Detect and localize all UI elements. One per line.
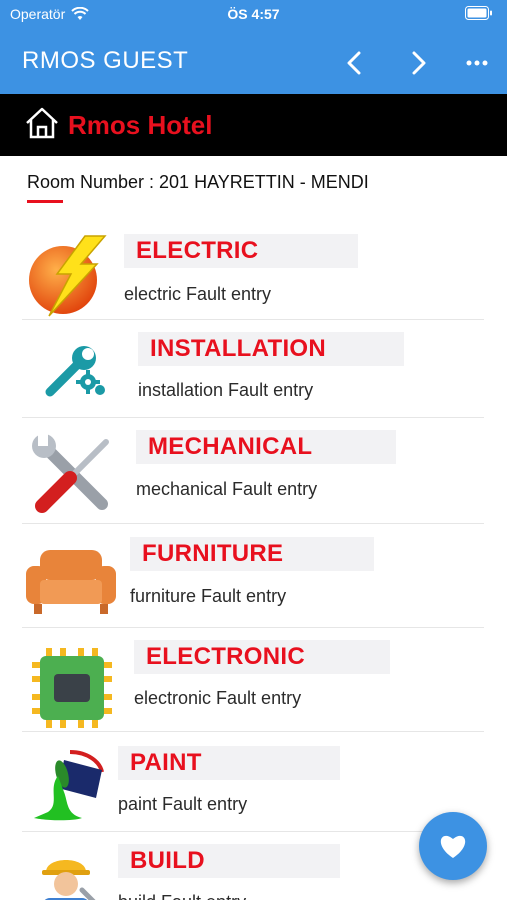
wrench-gears-icon [45,346,105,397]
category-subtitle: mechanical Fault entry [136,479,318,499]
more-button[interactable] [460,46,494,80]
category-label: ELECTRIC [136,237,259,264]
category-label: ELECTRONIC [146,643,305,670]
app-title: RMOS GUEST [22,47,189,74]
home-icon[interactable] [24,106,60,140]
lightning-icon [29,235,107,317]
category-label: MECHANICAL [148,433,313,460]
chip-icon [32,648,112,728]
room-underline [27,200,63,203]
category-item-mechanical[interactable]: MECHANICAL mechanical Fault entry [22,418,484,524]
battery-icon [465,6,493,23]
hotel-header: Rmos Hotel [0,94,507,156]
category-subtitle: paint Fault entry [118,794,248,814]
sofa-icon [26,550,116,614]
more-icon [466,60,488,66]
category-subtitle: electric Fault entry [124,284,272,304]
category-label: FURNITURE [142,540,284,567]
category-label: INSTALLATION [150,335,327,362]
category-subtitle: build Fault entry [118,892,246,900]
category-item-installation[interactable]: INSTALLATION installation Fault entry [22,320,484,418]
room-number: Room Number : 201 HAYRETTIN - MENDI [27,172,369,192]
chevron-right-icon [412,51,426,75]
forward-button[interactable] [402,46,436,80]
worker-icon [42,860,96,900]
category-label: BUILD [130,847,205,874]
status-bar: Operatör ÖS 4:57 [0,0,507,30]
category-label: PAINT [130,749,202,776]
category-subtitle: furniture Fault entry [130,586,287,606]
category-subtitle: electronic Fault entry [134,688,302,708]
category-subtitle: installation Fault entry [138,380,314,400]
category-item-electronic[interactable]: ELECTRONIC electronic Fault entry [22,628,484,732]
hotel-name: Rmos Hotel [68,110,213,140]
status-time: ÖS 4:57 [227,6,280,22]
paint-bucket-icon [34,750,104,821]
back-button[interactable] [337,46,371,80]
category-item-paint[interactable]: PAINT paint Fault entry [22,732,484,832]
wrench-screwdriver-icon [32,434,109,513]
heart-icon [440,835,466,858]
category-item-furniture[interactable]: FURNITURE furniture Fault entry [22,524,484,628]
chevron-left-icon [347,51,361,75]
category-item-build[interactable]: BUILD build Fault entry [22,832,484,900]
nav-bar: RMOS GUEST [0,30,507,94]
category-item-electric[interactable]: ELECTRIC electric Fault entry [22,222,484,320]
favorite-button[interactable] [419,812,487,880]
